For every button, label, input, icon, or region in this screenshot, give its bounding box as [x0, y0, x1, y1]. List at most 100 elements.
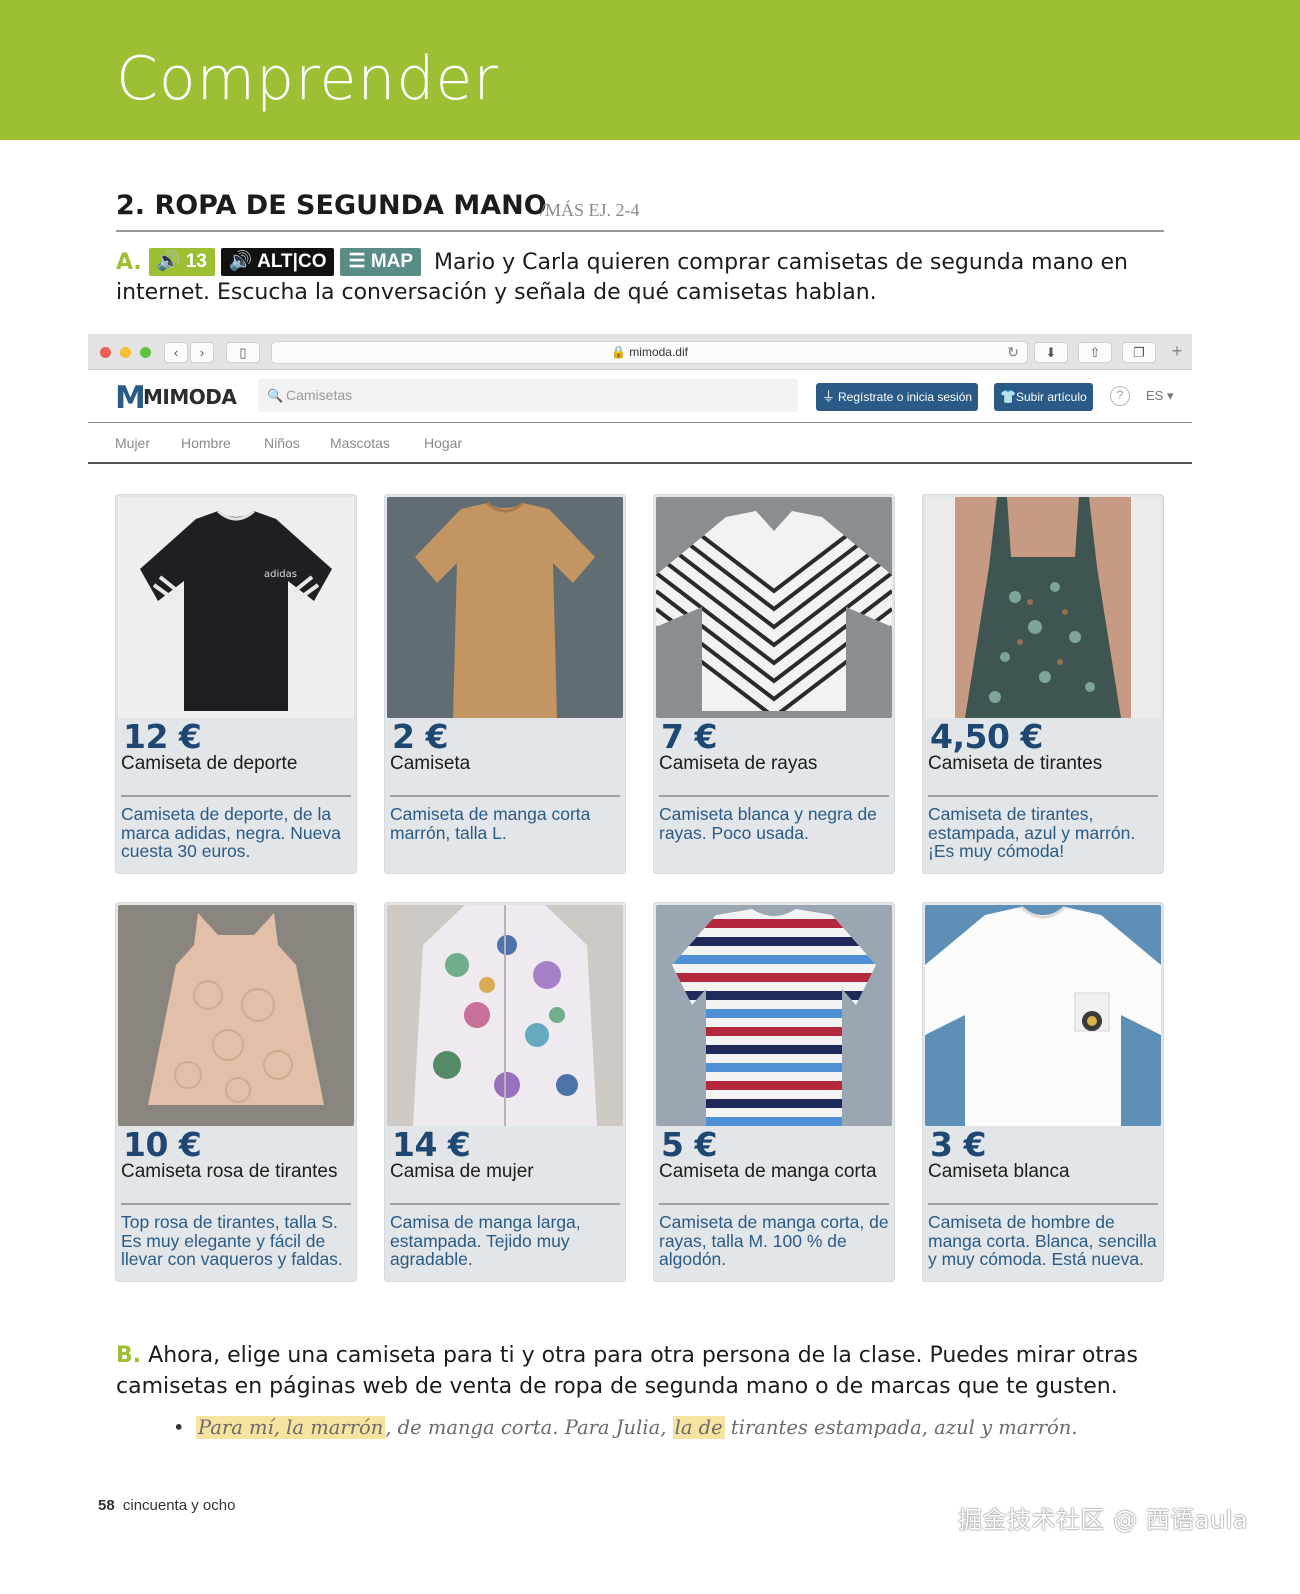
instruction-a-letter: A.	[116, 250, 142, 275]
nav-item-hombre[interactable]: Hombre	[181, 435, 231, 451]
product-title: Camiseta blanca	[928, 1161, 1070, 1182]
site-header: M MIMODA 🔍 Camisetas ⏚ Regístrate o inic…	[88, 370, 1192, 423]
speaker-icon: 🔊	[228, 251, 253, 272]
tabs-icon[interactable]: ❐	[1122, 342, 1156, 363]
product-description: Camiseta de tirantes, estampada, azul y …	[928, 804, 1136, 861]
product-title: Camisa de mujer	[390, 1161, 534, 1182]
divider	[928, 795, 1158, 797]
watermark: 掘金技术社区 @ 西语aula	[958, 1506, 1249, 1534]
svg-text:adidas: adidas	[264, 569, 297, 580]
page-title: Comprender	[116, 44, 500, 114]
product-card[interactable]: 14 € Camisa de mujer Camisa de manga lar…	[384, 902, 626, 1282]
product-price: 10 €	[123, 1125, 202, 1164]
product-photo	[387, 497, 623, 718]
shirt-icon: 👕	[1000, 389, 1017, 404]
divider	[390, 795, 620, 797]
product-description: Camiseta de manga corta, de rayas, talla…	[659, 1212, 889, 1269]
browser-toolbar: ‹ › ▯ 🔒 mimoda.dif ↻ ⬇ ⇧ ❐ +	[88, 334, 1192, 370]
product-price: 5 €	[661, 1125, 717, 1164]
nav-item-hogar[interactable]: Hogar	[424, 435, 462, 451]
product-card[interactable]: 7 € Camiseta de rayas Camiseta blanca y …	[653, 494, 895, 874]
product-title: Camiseta de deporte	[121, 753, 298, 774]
product-description: Camiseta de hombre de manga corta. Blanc…	[928, 1212, 1157, 1269]
product-title: Camiseta de tirantes	[928, 753, 1103, 774]
product-price: 14 €	[392, 1125, 471, 1164]
product-price: 4,50 €	[930, 717, 1043, 756]
download-icon[interactable]: ⬇	[1034, 342, 1068, 363]
search-icon: 🔍	[267, 388, 284, 403]
divider	[659, 795, 889, 797]
help-icon[interactable]: ?	[1110, 386, 1130, 406]
nav-item-mujer[interactable]: Mujer	[115, 435, 150, 451]
nav-item-mascotas[interactable]: Mascotas	[330, 435, 390, 451]
language-select[interactable]: ES ▾	[1146, 388, 1174, 404]
nav-item-ninos[interactable]: Niños	[264, 435, 300, 451]
example-highlight: la de	[672, 1416, 725, 1439]
speaker-icon: 🔊	[156, 251, 181, 272]
product-card[interactable]: adidas 12 € Camiseta de deporte Camiseta…	[115, 494, 357, 874]
page-number: 58	[98, 1497, 115, 1514]
product-title: Camiseta rosa de tirantes	[121, 1161, 338, 1182]
back-icon[interactable]: ‹	[164, 342, 188, 363]
product-card[interactable]: 5 € Camiseta de manga corta Camiseta de …	[653, 902, 895, 1282]
map-tag: ☰ MAP	[340, 248, 422, 276]
browser-window: ‹ › ▯ 🔒 mimoda.dif ↻ ⬇ ⇧ ❐ + M MIMODA 🔍 …	[88, 334, 1192, 466]
product-price: 12 €	[123, 717, 202, 756]
instruction-b-letter: B.	[116, 1343, 142, 1368]
product-title: Camiseta	[390, 753, 471, 774]
section-heading: 2. ROPA DE SEGUNDA MANO /MÁS EJ. 2-4	[116, 190, 1164, 232]
divider	[121, 795, 351, 797]
example-highlight: Para mí, la marrón	[196, 1416, 386, 1439]
share-icon[interactable]: ⇧	[1078, 342, 1112, 363]
logo-mark: M	[115, 380, 146, 416]
product-description: Camisa de manga larga, estampada. Tejido…	[390, 1212, 581, 1269]
product-photo	[925, 497, 1161, 718]
page-number-words: cincuenta y ocho	[122, 1497, 236, 1514]
search-input[interactable]: 🔍 Camisetas	[258, 379, 798, 412]
search-placeholder: Camisetas	[286, 387, 353, 403]
product-description: Camiseta de manga corta marrón, talla L.	[390, 804, 591, 843]
close-window-dot[interactable]	[100, 347, 111, 358]
divider	[659, 1203, 889, 1205]
upload-button[interactable]: 👕 Subir artículo	[994, 383, 1093, 411]
example-sentence: • Para mí, la marrón, de manga corta. Pa…	[173, 1416, 1078, 1439]
divider	[390, 1203, 620, 1205]
product-title: Camiseta de manga corta	[659, 1161, 877, 1182]
product-card[interactable]: 2 € Camiseta Camiseta de manga corta mar…	[384, 494, 626, 874]
product-card[interactable]: 10 € Camiseta rosa de tirantes Top rosa …	[115, 902, 357, 1282]
plug-icon: ⏚	[822, 389, 836, 404]
page-footer: 58 cincuenta y ocho	[98, 1497, 235, 1514]
instruction-a: A. 🔊 13 🔊 ALT|CO ☰ MAP Mario y Carla quier…	[116, 248, 1176, 308]
instruction-b-text: Ahora, elige una camiseta para ti y otra…	[116, 1343, 1138, 1399]
address-bar[interactable]: 🔒 mimoda.dif ↻	[271, 341, 1028, 364]
reload-icon[interactable]: ↻	[1007, 342, 1019, 363]
product-photo	[656, 497, 892, 718]
product-card[interactable]: 3 € Camiseta blanca Camiseta de hombre d…	[922, 902, 1164, 1282]
minimize-window-dot[interactable]	[120, 347, 131, 358]
product-description: Camiseta de deporte, de la marca adidas,…	[121, 804, 341, 861]
bullet-icon: •	[173, 1416, 185, 1439]
sidebar-icon[interactable]: ▯	[226, 342, 260, 363]
section-ref: /MÁS EJ. 2-4	[540, 200, 640, 220]
register-button[interactable]: ⏚ Regístrate o inicia sesión	[816, 383, 979, 411]
product-title: Camiseta de rayas	[659, 753, 818, 774]
maximize-window-dot[interactable]	[140, 347, 151, 358]
forward-icon[interactable]: ›	[190, 342, 214, 363]
chevron-down-icon: ▾	[1166, 388, 1174, 403]
product-card[interactable]: 4,50 € Camiseta de tirantes Camiseta de …	[922, 494, 1164, 874]
divider	[928, 1203, 1158, 1205]
instruction-b: B. Ahora, elige una camiseta para ti y o…	[116, 1340, 1176, 1402]
plus-icon[interactable]: +	[1166, 342, 1188, 363]
product-photo	[925, 905, 1161, 1126]
logo-text: MIMODA	[143, 385, 237, 409]
category-nav: Mujer Hombre Niños Mascotas Hogar	[88, 424, 1192, 464]
product-description: Camiseta blanca y negra de rayas. Poco u…	[659, 804, 877, 843]
product-description: Top rosa de tirantes, talla S. Es muy el…	[121, 1212, 343, 1269]
product-photo: adidas	[118, 497, 354, 718]
product-photo	[118, 905, 354, 1126]
altco-tag: 🔊 ALT|CO	[220, 248, 335, 276]
product-price: 7 €	[661, 717, 717, 756]
section-title: 2. ROPA DE SEGUNDA MANO	[116, 190, 547, 221]
header-band: Comprender	[0, 0, 1300, 140]
url-text: mimoda.dif	[629, 345, 688, 359]
